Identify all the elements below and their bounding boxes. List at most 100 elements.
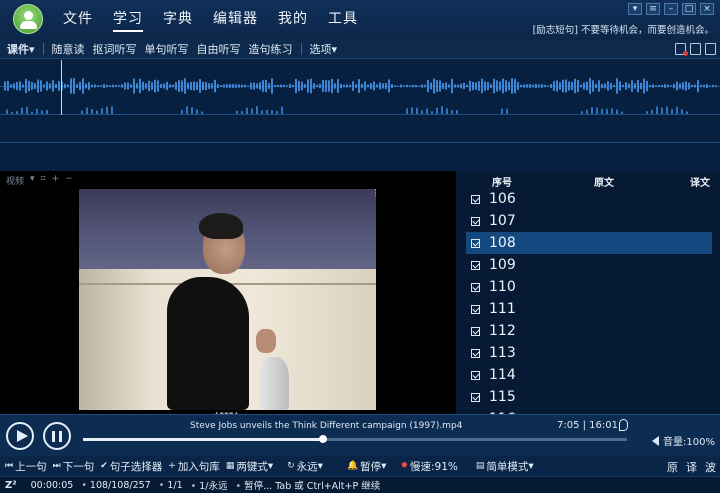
repeat-count: 1/永远 xyxy=(191,478,227,492)
minimize-icon[interactable]: – xyxy=(664,3,678,15)
sentence-position: 108/108/257 xyxy=(81,480,151,491)
video-panel: 视频 ▾ ⌗ + − ▲▪▪▪▲ xyxy=(0,171,456,418)
checkbox-icon[interactable] xyxy=(471,194,480,204)
mode-word-dictation[interactable]: 抠词听写 xyxy=(93,41,137,57)
list-item[interactable]: 107 xyxy=(466,210,712,232)
list-item[interactable]: 108 xyxy=(466,232,712,254)
progress-knob[interactable] xyxy=(319,435,328,443)
video-frame[interactable] xyxy=(79,189,376,410)
waveform-bar xyxy=(76,84,78,88)
menu-dictionary[interactable]: 字典 xyxy=(163,8,193,32)
list-item[interactable]: 112 xyxy=(466,320,712,342)
checkbox-icon[interactable] xyxy=(471,348,480,358)
header-original[interactable]: 原文 xyxy=(594,174,614,189)
checkbox-icon[interactable] xyxy=(471,238,480,248)
speed-dropdown[interactable]: ✹ 慢速:91% xyxy=(400,459,457,474)
waveform-graph xyxy=(4,78,717,114)
mode-sentence-practice[interactable]: 造句练习 xyxy=(249,41,293,57)
pause-button[interactable] xyxy=(43,422,71,450)
resize-handle[interactable] xyxy=(375,189,377,197)
toggle-waveform[interactable]: 波 xyxy=(705,459,716,475)
waveform-bar xyxy=(124,82,126,90)
user-avatar-icon[interactable] xyxy=(13,4,43,34)
list-item[interactable]: 110 xyxy=(466,276,712,298)
volume-control[interactable]: 音量:100% xyxy=(652,433,715,448)
mode-sentence-dictation[interactable]: 单句听写 xyxy=(145,41,189,57)
header-number[interactable]: 序号 xyxy=(492,174,512,189)
toggle-original[interactable]: 原 xyxy=(667,459,678,475)
options-menu[interactable]: 选项▾ xyxy=(310,41,338,57)
checkbox-icon[interactable] xyxy=(471,392,480,402)
toggle-translation[interactable]: 译 xyxy=(686,459,697,475)
checkbox-icon[interactable] xyxy=(471,260,480,270)
sentence-selector-button[interactable]: ✔ 句子选择器 xyxy=(100,459,162,474)
document-icon[interactable] xyxy=(690,43,701,55)
simple-mode-dropdown[interactable]: ▤ 简单模式 ▾ xyxy=(476,459,534,474)
list-item[interactable]: 111 xyxy=(466,298,712,320)
list-item[interactable]: 106 xyxy=(466,188,712,210)
next-sentence-button[interactable]: ⏭ 下一句 xyxy=(53,459,95,474)
maximize-icon[interactable]: □ xyxy=(682,3,696,15)
list-item[interactable]: 115 xyxy=(466,386,712,408)
waveform-bar xyxy=(82,78,84,94)
edit-icon[interactable] xyxy=(675,43,688,56)
spectrum-bar xyxy=(241,111,243,114)
list-item[interactable]: 113 xyxy=(466,342,712,364)
checkbox-icon[interactable] xyxy=(471,326,480,336)
list-item[interactable]: 109 xyxy=(466,254,712,276)
waveform-bar xyxy=(265,79,267,93)
settings-doc-icon[interactable] xyxy=(705,43,716,55)
crop-icon[interactable]: ⌗ xyxy=(41,174,46,187)
mode-free-dictation[interactable]: 自由听写 xyxy=(197,41,241,57)
zoom-in-icon[interactable]: + xyxy=(52,174,60,187)
menu-study[interactable]: 学习 xyxy=(113,8,143,32)
menu-editor[interactable]: 编辑器 xyxy=(213,8,258,32)
waveform-bar xyxy=(349,84,351,88)
pause-dropdown[interactable]: 🔔 暂停 ▾ xyxy=(347,459,387,474)
waveform-bar xyxy=(556,80,558,92)
play-button[interactable] xyxy=(6,422,34,450)
checkbox-icon[interactable] xyxy=(471,282,480,292)
spectrum-bar xyxy=(11,111,13,114)
prev-sentence-button[interactable]: ⏮ 上一句 xyxy=(5,459,47,474)
spectrum-bar xyxy=(21,107,23,114)
waveform-bar xyxy=(625,82,627,90)
two-key-mode-dropdown[interactable]: ▦ 两键式 ▾ xyxy=(226,459,273,474)
waveform-bar xyxy=(427,79,429,93)
waveform-bar xyxy=(232,84,234,88)
menu-icon[interactable]: ≡ xyxy=(646,3,660,15)
list-item[interactable]: 114 xyxy=(466,364,712,386)
waveform-bar xyxy=(604,83,606,89)
playhead-cursor[interactable] xyxy=(61,60,62,115)
header-translation[interactable]: 译文 xyxy=(690,174,710,189)
waveform-bar xyxy=(472,81,474,91)
spectrum-bar xyxy=(86,107,88,114)
checkbox-icon[interactable] xyxy=(471,370,480,380)
progress-bar[interactable] xyxy=(83,435,627,443)
waveform-bar xyxy=(121,84,123,88)
loop-icon[interactable] xyxy=(619,419,628,431)
waveform-bar xyxy=(442,83,444,89)
waveform-panel[interactable] xyxy=(0,60,720,171)
waveform-bar xyxy=(217,84,219,88)
menu-tools[interactable]: 工具 xyxy=(328,8,358,32)
waveform-bar xyxy=(541,84,543,88)
mode-free-read[interactable]: 随意读 xyxy=(52,41,85,57)
menu-file[interactable]: 文件 xyxy=(63,8,93,32)
waveform-bar xyxy=(598,80,600,92)
waveform-bar xyxy=(439,80,441,92)
repeat-dropdown[interactable]: ↻ 永远 ▾ xyxy=(287,459,323,474)
menu-mine[interactable]: 我的 xyxy=(278,8,308,32)
checkbox-icon[interactable] xyxy=(471,304,480,314)
checkbox-icon[interactable] xyxy=(471,216,480,226)
close-icon[interactable]: × xyxy=(700,3,714,15)
video-dropdown-icon[interactable]: ▾ xyxy=(30,174,35,187)
spectrum-bar xyxy=(41,110,43,114)
waveform-bar xyxy=(430,82,432,90)
add-to-library-button[interactable]: + 加入句库 xyxy=(168,459,220,474)
video-label[interactable]: 视频 xyxy=(6,174,24,187)
zoom-out-icon[interactable]: − xyxy=(65,174,73,187)
skin-icon[interactable]: ▾ xyxy=(628,3,642,15)
sleep-icon[interactable]: Z² xyxy=(5,480,17,491)
courseware-menu[interactable]: 课件▾ xyxy=(7,41,35,57)
